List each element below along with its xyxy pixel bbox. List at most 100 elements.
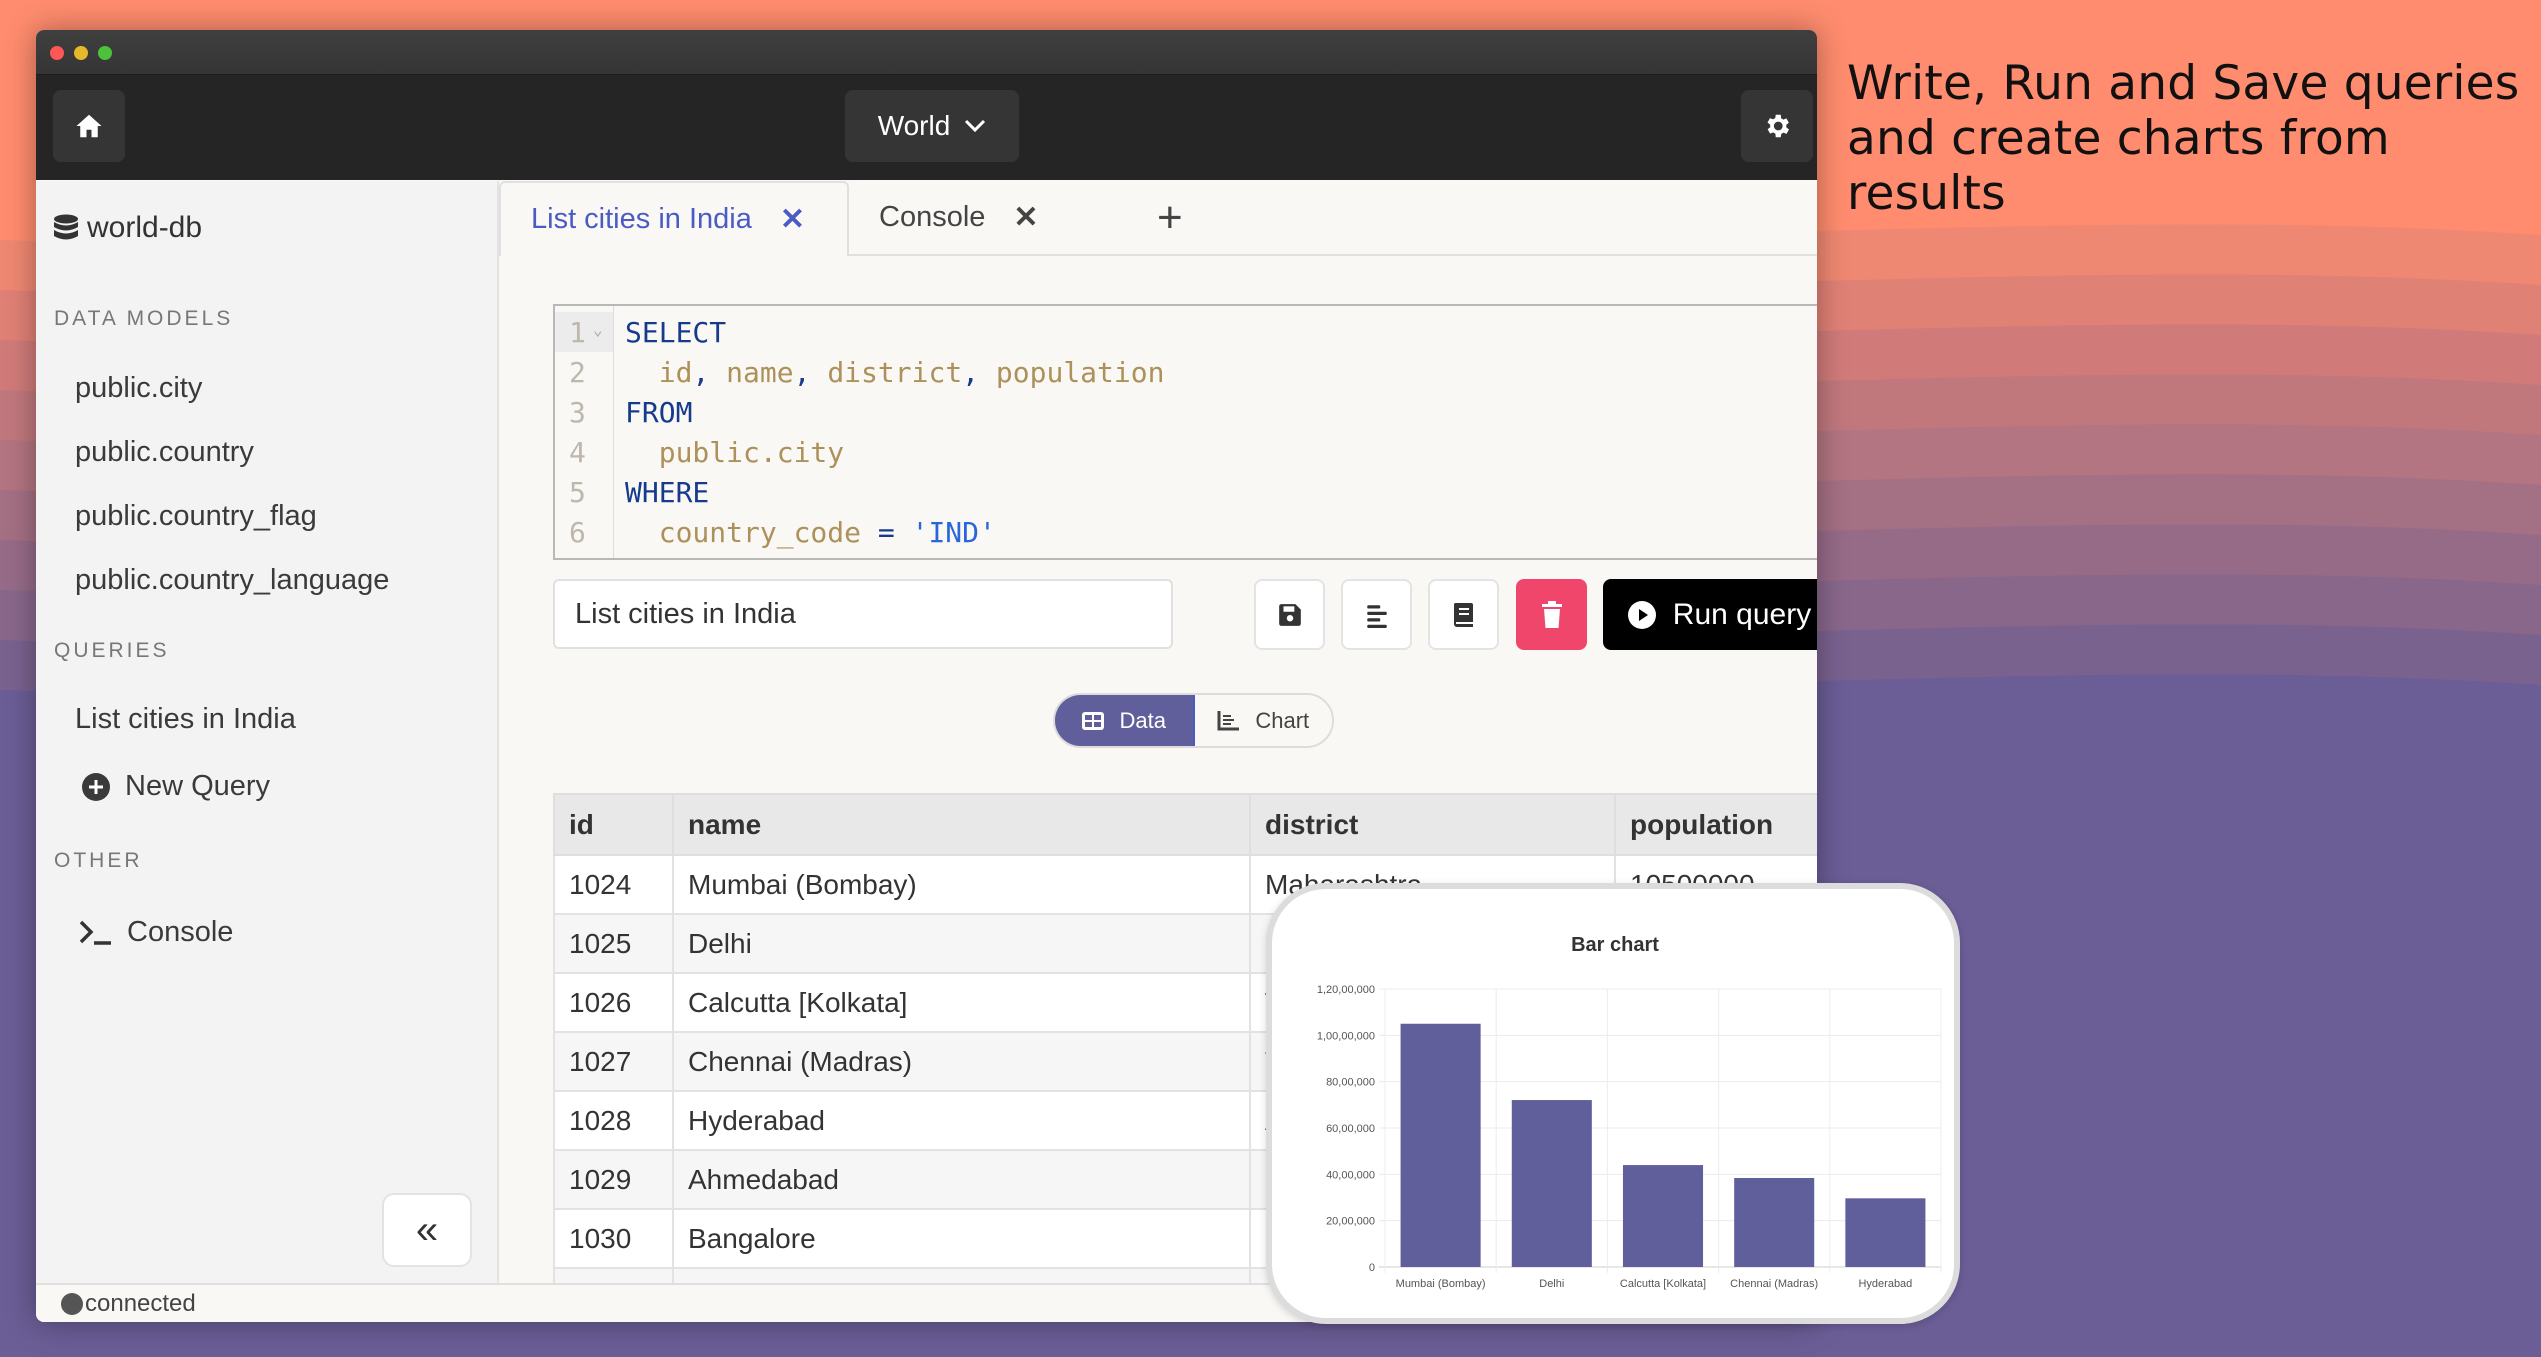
code-token: FROM bbox=[625, 396, 693, 429]
home-icon bbox=[76, 114, 102, 138]
x-tick-label: Calcutta [Kolkata] bbox=[1620, 1278, 1706, 1290]
align-left-icon bbox=[1366, 604, 1387, 628]
gear-icon bbox=[1767, 114, 1789, 138]
line-number: 5 bbox=[569, 476, 586, 509]
database-selector-label: World bbox=[877, 110, 951, 141]
tab-list-cities-in-india[interactable]: List cities in India ✕ bbox=[499, 181, 849, 256]
y-tick-label: 20,00,000 bbox=[1326, 1216, 1375, 1228]
tab-bar: List cities in India ✕ Console ✕ + bbox=[499, 181, 1817, 256]
bar-chennai-madras[interactable] bbox=[1734, 1178, 1815, 1267]
data-view-label: Data bbox=[1119, 707, 1166, 733]
code-token: district bbox=[827, 356, 963, 389]
column-header-id[interactable]: id bbox=[553, 793, 674, 856]
connection-status-text: connected bbox=[85, 1289, 196, 1317]
table-cell-name: Ahmedabad bbox=[672, 1149, 1251, 1210]
code-token: name bbox=[726, 356, 794, 389]
line-number: 3 bbox=[569, 396, 586, 429]
database-selector[interactable]: World bbox=[845, 90, 1019, 162]
bar-calcutta-kolkata[interactable] bbox=[1622, 1165, 1704, 1267]
database-icon bbox=[54, 214, 78, 240]
line-number-gutter: ⌄ 1 2 3 4 5 6 bbox=[555, 306, 614, 558]
table-header-row: id name district population bbox=[553, 793, 1817, 856]
section-label-other: OTHER bbox=[54, 849, 143, 872]
column-header-population[interactable]: population bbox=[1614, 793, 1817, 856]
table-cell-name: Delhi bbox=[672, 913, 1251, 974]
add-tab-button[interactable]: + bbox=[1157, 193, 1183, 243]
sidebar-item-public-country-language[interactable]: public.country_language bbox=[75, 564, 389, 597]
save-query-button[interactable] bbox=[1254, 579, 1325, 650]
column-header-district[interactable]: district bbox=[1249, 793, 1616, 856]
table-cell-id: 1025 bbox=[553, 913, 674, 974]
code-line: SELECT bbox=[625, 316, 726, 349]
connection-status-dot bbox=[61, 1292, 83, 1315]
new-query-label: New Query bbox=[125, 770, 271, 802]
table-cell-id: 1027 bbox=[553, 1031, 674, 1092]
maximize-window-button[interactable] bbox=[98, 46, 112, 60]
collapse-sidebar-button[interactable]: « bbox=[382, 1193, 472, 1267]
settings-button[interactable] bbox=[1741, 90, 1813, 162]
section-label-data-models: DATA MODELS bbox=[54, 307, 234, 330]
save-icon bbox=[1278, 603, 1301, 626]
fold-chevron-icon[interactable]: ⌄ bbox=[593, 320, 603, 339]
tab-label: List cities in India bbox=[531, 203, 752, 235]
chevron-down-icon bbox=[965, 119, 986, 133]
close-tab-icon[interactable]: ✕ bbox=[1013, 200, 1038, 235]
code-line: WHERE bbox=[625, 476, 709, 509]
code-token: public.city bbox=[625, 436, 845, 469]
close-tab-icon[interactable]: ✕ bbox=[780, 202, 805, 237]
line-number: 1 bbox=[569, 316, 586, 349]
minimize-window-button[interactable] bbox=[74, 46, 88, 60]
y-tick-label: 1,20,00,000 bbox=[1317, 984, 1375, 996]
database-name[interactable]: world-db bbox=[53, 211, 202, 245]
line-number: 6 bbox=[569, 516, 586, 549]
app-header: World bbox=[36, 75, 1817, 180]
format-query-button[interactable] bbox=[1341, 579, 1412, 650]
code-token: id bbox=[625, 356, 693, 389]
tagline-line-2: and create charts from results bbox=[1847, 111, 2390, 221]
sidebar-item-public-city[interactable]: public.city bbox=[75, 372, 202, 405]
chart-title: Bar chart bbox=[1571, 934, 1659, 956]
sidebar: world-db DATA MODELS public.city public.… bbox=[36, 181, 499, 1285]
run-query-button[interactable]: Run query bbox=[1603, 579, 1817, 650]
table-cell-name: Chennai (Madras) bbox=[672, 1031, 1251, 1092]
data-view-tab[interactable]: Data bbox=[1055, 695, 1195, 746]
tagline-line-1: Write, Run and Save queries bbox=[1847, 56, 2520, 111]
sql-editor[interactable]: ⌄ 1 2 3 4 5 6 SELECT id, name, district, popu… bbox=[553, 304, 1817, 560]
bar-mumbai-bombay[interactable] bbox=[1400, 1023, 1481, 1267]
y-tick-label: 80,00,000 bbox=[1326, 1077, 1375, 1089]
sidebar-item-public-country-flag[interactable]: public.country_flag bbox=[75, 500, 317, 533]
sidebar-item-console[interactable]: Console bbox=[79, 916, 233, 949]
chart-popup: Bar chart 0 20,00,000 40,00,000 60,00,000 80… bbox=[1266, 883, 1960, 1324]
console-label: Console bbox=[127, 916, 234, 948]
chart-view-tab[interactable]: Chart bbox=[1194, 695, 1332, 746]
docs-button[interactable] bbox=[1428, 579, 1499, 650]
bar-delhi[interactable] bbox=[1511, 1100, 1592, 1267]
double-chevron-left-icon: « bbox=[415, 1207, 439, 1252]
table-cell-id: 1028 bbox=[553, 1090, 674, 1151]
y-tick-label: 1,00,00,000 bbox=[1317, 1030, 1375, 1042]
query-name-input[interactable] bbox=[553, 579, 1173, 649]
line-number: 2 bbox=[569, 356, 586, 389]
home-button[interactable] bbox=[53, 90, 125, 162]
code-token: population bbox=[995, 356, 1165, 389]
delete-query-button[interactable] bbox=[1516, 579, 1587, 650]
plus-circle-icon bbox=[82, 772, 110, 801]
column-header-name[interactable]: name bbox=[672, 793, 1251, 856]
code-token: WHERE bbox=[625, 476, 710, 509]
line-number: 4 bbox=[569, 436, 586, 469]
chart-view-label: Chart bbox=[1255, 707, 1310, 733]
title-bar bbox=[36, 30, 1817, 75]
code-line: id, name, district, population bbox=[625, 356, 1165, 389]
sidebar-item-public-country[interactable]: public.country bbox=[75, 436, 254, 469]
sidebar-item-list-cities-in-india[interactable]: List cities in India bbox=[75, 703, 296, 736]
bar-chart: Bar chart 0 20,00,000 40,00,000 60,00,000 80… bbox=[1317, 934, 1942, 1290]
bar-hyderabad[interactable] bbox=[1845, 1198, 1926, 1267]
tab-console[interactable]: Console ✕ bbox=[849, 181, 1069, 254]
new-query-button[interactable]: New Query bbox=[81, 770, 270, 803]
close-window-button[interactable] bbox=[50, 46, 64, 60]
book-icon bbox=[1453, 602, 1473, 627]
terminal-icon bbox=[79, 920, 111, 945]
table-cell-id: 1030 bbox=[553, 1208, 674, 1269]
section-label-queries: QUERIES bbox=[54, 639, 170, 662]
x-tick-label: Hyderabad bbox=[1858, 1278, 1912, 1290]
